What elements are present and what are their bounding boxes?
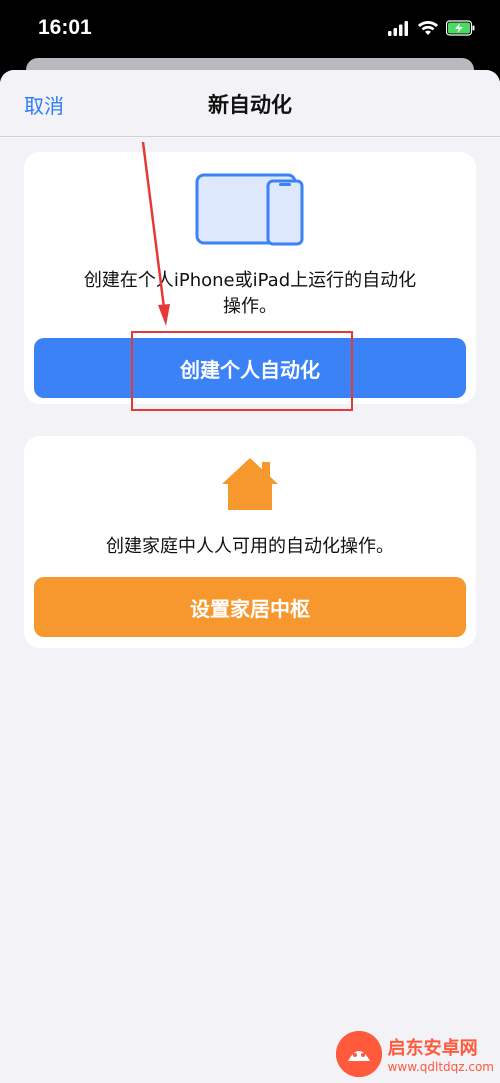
home-automation-description: 创建家庭中人人可用的自动化操作。 [106, 536, 394, 557]
watermark: 启东安卓网 www.qdltdqz.com [335, 1031, 494, 1077]
annotation-highlight-box [131, 331, 353, 411]
watermark-url: www.qdltdqz.com [387, 1060, 494, 1074]
setup-home-hub-label: 设置家居中枢 [190, 596, 310, 621]
watermark-logo-icon [335, 1031, 382, 1077]
home-automation-card: 创建家庭中人人可用的自动化操作。 设置家居中枢 [24, 436, 476, 648]
house-icon [222, 458, 278, 510]
setup-home-hub-button[interactable]: 设置家居中枢 [34, 577, 466, 637]
watermark-title: 启东安卓网 [387, 1038, 478, 1059]
watermark-text: 启东安卓网 www.qdltdqz.com [388, 1034, 494, 1074]
